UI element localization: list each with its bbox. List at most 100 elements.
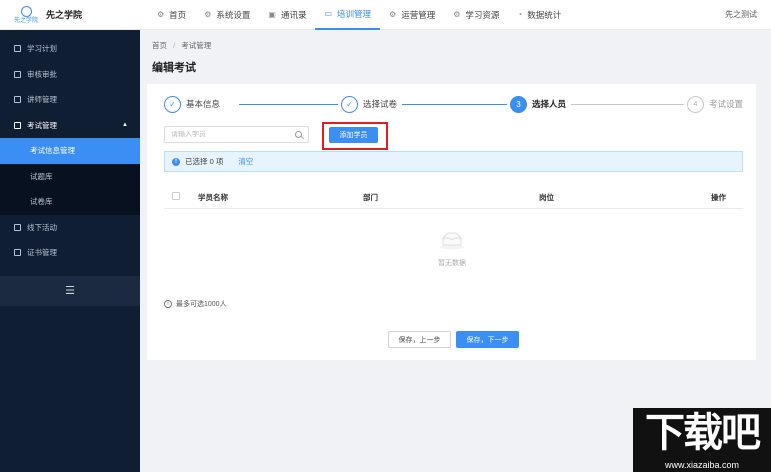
check-icon: ✓	[341, 95, 358, 113]
save-prev-button[interactable]: 保存，上一步	[388, 331, 451, 348]
sidebar-collapse-button[interactable]: ☰	[0, 275, 140, 306]
gear-icon: ⚙	[453, 10, 461, 19]
sidebar-submenu: 考试信息管理 试题库 试卷库	[0, 138, 140, 215]
column-header-actions: 操作	[711, 193, 726, 202]
contacts-icon: ▣	[268, 10, 276, 19]
sidebar-item-label: 线下活动	[27, 222, 57, 232]
search-icon[interactable]	[295, 131, 302, 138]
search-input[interactable]	[171, 131, 295, 138]
selection-count: 已选择 0 项	[185, 157, 224, 166]
nav-item-contacts[interactable]: ▣ 通讯录	[259, 0, 315, 30]
nav-item-label: 通讯录	[280, 9, 307, 20]
logo[interactable]: 先之学院 先之学院	[0, 0, 140, 30]
select-all-checkbox[interactable]	[172, 192, 180, 200]
logo-icon: 先之学院	[14, 5, 39, 24]
gear-icon: ⚙	[204, 10, 212, 19]
main-nav: ⚙ 首页 ⚙ 系统设置 ▣ 通讯录 ▭ 培训管理 ⚙ 运营管理 ⚙ 学习资源 ◔…	[148, 0, 570, 30]
sidebar-item-label: 讲师管理	[27, 95, 57, 105]
sidebar-item-label: 学习计划	[27, 44, 57, 54]
step-select-people[interactable]: 3 选择人员	[507, 94, 572, 114]
certificate-icon	[14, 249, 21, 257]
nav-item-label: 培训管理	[337, 8, 372, 19]
menu-fold-icon: ☰	[65, 285, 75, 297]
empty-text: 暂无数据	[438, 260, 466, 267]
step-number: 4	[687, 95, 704, 113]
empty-state: 暂无数据	[417, 230, 487, 268]
calendar-icon	[14, 45, 21, 53]
column-header-department: 部门	[363, 193, 378, 202]
calendar-icon	[14, 70, 21, 78]
page-title: 编辑考试	[152, 62, 196, 74]
nav-item-label: 数据统计	[527, 9, 562, 20]
sidebar-item-label: 考试管理	[27, 120, 57, 130]
limit-text: 最多可选1000人	[176, 301, 227, 308]
logo-name: 先之学院	[46, 10, 83, 20]
step-label: 选择人员	[532, 99, 567, 109]
sidebar-item-lecturer[interactable]: 讲师管理	[0, 87, 140, 113]
main-panel: ✓ 基本信息 ✓ 选择试卷 3 选择人员 4 考试设置 添加学员 ! 已选择 0…	[147, 84, 756, 360]
column-header-name: 学员名称	[198, 193, 228, 202]
steps-wizard: ✓ 基本信息 ✓ 选择试卷 3 选择人员 4 考试设置	[164, 94, 749, 114]
breadcrumb-current: 考试管理	[181, 41, 212, 50]
search-box	[164, 126, 309, 143]
table-header: 学员名称 部门 岗位 操作	[164, 185, 743, 209]
gear-icon: ⚙	[389, 10, 397, 19]
nav-item-label: 首页	[169, 9, 187, 20]
nav-item-home[interactable]: ⚙ 首页	[148, 0, 195, 30]
nav-item-learning-resources[interactable]: ⚙ 学习资源	[444, 0, 508, 30]
nav-item-label: 系统设置	[216, 9, 251, 20]
sidebar-item-approval[interactable]: 审核审批	[0, 62, 140, 88]
sidebar-subitem-exam-info[interactable]: 考试信息管理	[0, 138, 140, 164]
sidebar-item-offline-activity[interactable]: 线下活动	[0, 215, 140, 241]
sidebar-item-label: 证书管理	[27, 248, 57, 258]
breadcrumb-separator: /	[173, 41, 176, 50]
step-connector	[399, 104, 509, 105]
nav-item-statistics[interactable]: ◔ 数据统计	[508, 0, 570, 30]
breadcrumb-home[interactable]: 首页	[152, 41, 167, 50]
step-connector	[239, 104, 339, 105]
sidebar-item-label: 审核审批	[27, 69, 57, 79]
save-next-button[interactable]: 保存，下一步	[456, 331, 519, 348]
watermark-url: www.xiazaiba.com	[633, 458, 771, 472]
step-label: 考试设置	[709, 99, 744, 109]
user-name[interactable]: 先之测试	[725, 9, 757, 20]
step-select-paper[interactable]: ✓ 选择试卷	[338, 94, 403, 114]
watermark-logo: 下载吧	[633, 408, 771, 458]
step-basic-info[interactable]: ✓ 基本信息	[164, 94, 226, 114]
calendar-icon	[14, 96, 21, 104]
add-student-button[interactable]: 添加学员	[329, 127, 378, 143]
sidebar-item-study-plan[interactable]: 学习计划	[0, 36, 140, 62]
nav-item-label: 运营管理	[401, 9, 436, 20]
step-exam-settings[interactable]: 4 考试设置	[684, 94, 749, 114]
sidebar-item-certificate[interactable]: 证书管理	[0, 240, 140, 266]
calendar-icon	[14, 121, 21, 129]
check-icon: ✓	[164, 95, 181, 113]
nav-item-training[interactable]: ▭ 培训管理	[315, 0, 381, 30]
info-circle-icon: i	[164, 300, 172, 308]
sidebar: 学习计划 审核审批 讲师管理 考试管理 ▲ 考试信息管理 试题库 试卷库 线下活…	[0, 30, 140, 472]
info-icon: !	[172, 157, 180, 166]
watermark: 下载吧 www.xiazaiba.com	[633, 408, 771, 472]
sidebar-item-exam-management[interactable]: 考试管理 ▲	[0, 113, 140, 139]
selection-info-bar: ! 已选择 0 项 清空	[164, 151, 743, 172]
top-navigation-bar: 先之学院 先之学院 ⚙ 首页 ⚙ 系统设置 ▣ 通讯录 ▭ 培训管理 ⚙ 运营管…	[0, 0, 771, 30]
sidebar-subitem-question-bank[interactable]: 试题库	[0, 164, 140, 190]
empty-box-icon	[440, 232, 464, 250]
step-label: 基本信息	[186, 99, 221, 109]
step-number: 3	[510, 95, 527, 113]
step-label: 选择试卷	[363, 99, 398, 109]
training-icon: ▭	[324, 9, 333, 18]
limit-note: i 最多可选1000人	[164, 299, 227, 309]
nav-item-operations[interactable]: ⚙ 运营管理	[380, 0, 444, 30]
clear-selection-link[interactable]: 清空	[238, 156, 253, 167]
logo-sub-text: 先之学院	[14, 17, 39, 24]
step-connector	[569, 104, 684, 105]
gear-icon: ⚙	[157, 10, 165, 19]
nav-item-label: 学习资源	[465, 9, 500, 20]
breadcrumb: 首页 / 考试管理	[152, 40, 211, 51]
column-header-position: 岗位	[539, 193, 554, 202]
nav-item-system-settings[interactable]: ⚙ 系统设置	[195, 0, 259, 30]
chart-icon: ◔	[517, 10, 523, 19]
chevron-up-icon: ▲	[122, 122, 128, 129]
sidebar-subitem-paper-bank[interactable]: 试卷库	[0, 189, 140, 215]
